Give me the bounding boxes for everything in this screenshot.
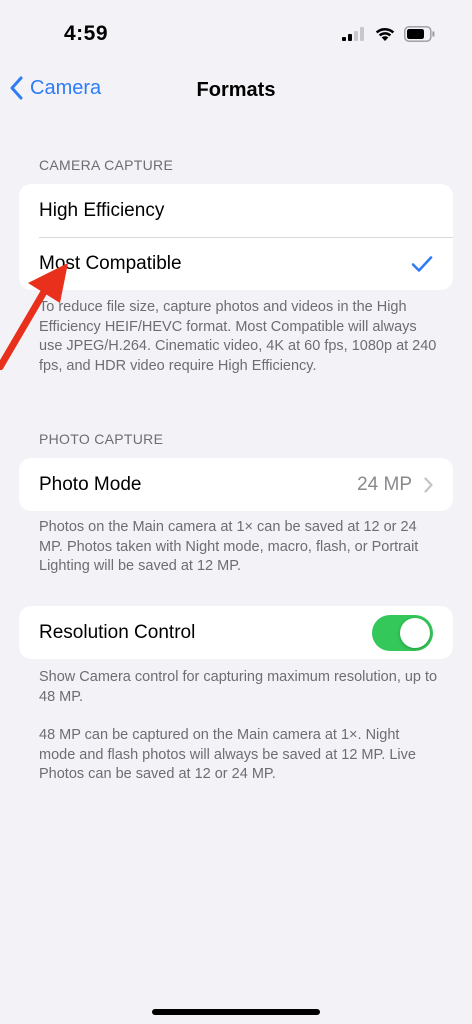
status-time: 4:59 — [64, 22, 109, 45]
resolution-control-label: Resolution Control — [39, 621, 196, 643]
option-label: High Efficiency — [39, 199, 165, 221]
resolution-control-group: Resolution Control — [19, 606, 453, 659]
status-bar: 4:59 — [0, 0, 472, 70]
camera-capture-footer: To reduce file size, capture photos and … — [39, 299, 437, 374]
toggle-knob — [400, 617, 430, 648]
chevron-right-icon — [424, 476, 433, 493]
page-title: Formats — [196, 79, 276, 101]
section-header-camera-capture: CAMERA CAPTURE — [39, 157, 174, 173]
nav-bar: Camera Formats — [0, 70, 472, 114]
resolution-control-row: Resolution Control — [19, 606, 453, 659]
section-header-photo-capture: PHOTO CAPTURE — [39, 431, 164, 447]
wifi-icon — [375, 27, 395, 41]
photo-mode-value: 24 MP — [357, 473, 412, 495]
option-high-efficiency[interactable]: High Efficiency — [19, 184, 453, 237]
resolution-control-footer: Show Camera control for capturing maximu… — [39, 669, 438, 705]
resolution-control-footer-details: 48 MP can be captured on the Main camera… — [39, 727, 416, 782]
red-arrow-annotation — [0, 263, 68, 370]
option-label: Most Compatible — [39, 252, 182, 274]
cellular-signal-icon — [342, 27, 364, 41]
status-icons — [342, 26, 436, 42]
home-indicator[interactable] — [152, 1009, 320, 1015]
battery-icon — [404, 26, 435, 42]
checkmark-icon — [411, 255, 433, 272]
formats-settings-screen: 4:59 Camera Formats CAMERA CAPTURE High … — [0, 0, 472, 1024]
photo-capture-group: Photo Mode 24 MP — [19, 458, 453, 511]
resolution-control-toggle[interactable] — [372, 614, 433, 651]
photo-mode-label: Photo Mode — [39, 473, 142, 495]
photo-mode-row[interactable]: Photo Mode 24 MP — [19, 458, 453, 511]
photo-capture-footer: Photos on the Main camera at 1× can be s… — [39, 519, 419, 574]
